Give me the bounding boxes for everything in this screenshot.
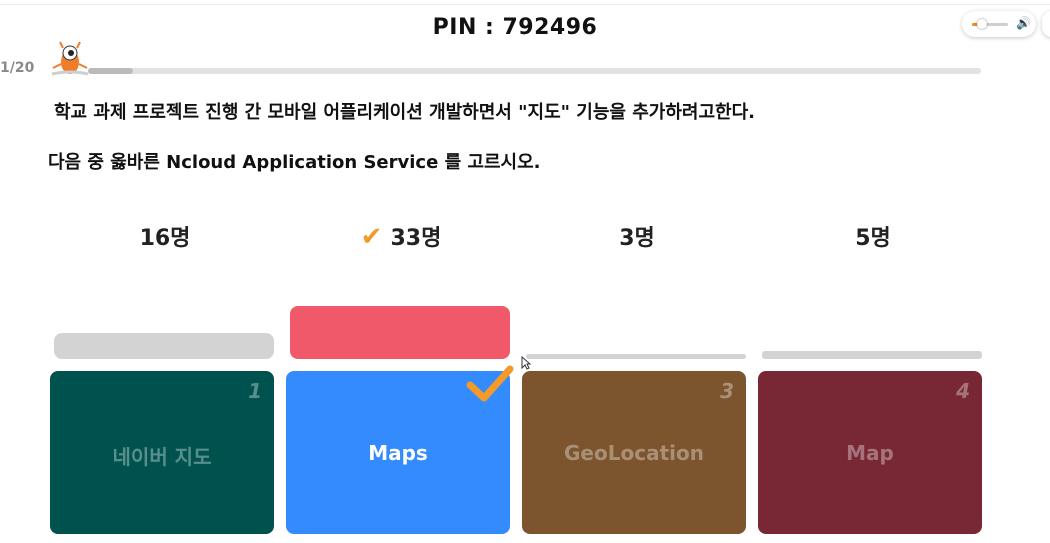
answer-4-count-label: 5명 bbox=[855, 226, 891, 251]
side-button[interactable] bbox=[1042, 11, 1050, 37]
answer-2-count: ✔ 33명 bbox=[286, 220, 516, 252]
answer-3-label: GeoLocation bbox=[564, 441, 704, 465]
answer-card-4[interactable]: 4 Map bbox=[758, 371, 982, 534]
answer-3-count-label: 3명 bbox=[619, 226, 655, 251]
pin-code: PIN : 792496 bbox=[432, 15, 598, 40]
volume-knob[interactable] bbox=[977, 19, 987, 29]
answer-3-result-bar bbox=[526, 354, 746, 359]
answer-1-label: 네이버 지도 bbox=[112, 445, 212, 469]
answer-3-count: 3명 bbox=[522, 220, 752, 252]
answer-4-result-bar bbox=[762, 351, 982, 359]
correct-check-icon bbox=[466, 365, 514, 402]
answer-1-number: 1 bbox=[248, 379, 262, 403]
mascot-icon bbox=[51, 41, 89, 76]
speaker-icon[interactable]: 🔊 bbox=[1016, 16, 1031, 30]
answer-1-result-bar bbox=[54, 333, 274, 359]
answer-2-count-label: 33명 bbox=[390, 226, 442, 251]
check-icon: ✔ bbox=[360, 222, 383, 252]
answer-4-count: 5명 bbox=[758, 220, 988, 252]
question-instruction: 다음 중 옳바른 Ncloud Application Service 를 고르… bbox=[48, 152, 541, 173]
question-text: 학교 과제 프로젝트 진행 간 모바일 어플리케이션 개발하면서 "지도" 기능… bbox=[54, 102, 755, 123]
question-counter: 1/20 bbox=[0, 60, 35, 76]
mouse-cursor-icon bbox=[521, 356, 531, 370]
answer-1-count-label: 16명 bbox=[139, 226, 191, 251]
answer-3-number: 3 bbox=[720, 379, 734, 403]
top-divider bbox=[0, 4, 1050, 5]
answer-card-2[interactable]: Maps bbox=[286, 365, 514, 534]
progress-bar bbox=[88, 68, 981, 74]
progress-fill bbox=[88, 68, 133, 74]
answer-4-label: Map bbox=[846, 441, 894, 465]
answer-1-count: 16명 bbox=[50, 220, 280, 252]
volume-control[interactable]: 🔊 bbox=[962, 11, 1036, 37]
answer-2-result-bar bbox=[290, 306, 510, 359]
answer-card-1[interactable]: 1 네이버 지도 bbox=[50, 371, 274, 534]
answer-2-label: Maps bbox=[368, 441, 428, 465]
answer-4-number: 4 bbox=[956, 379, 970, 403]
answer-card-3[interactable]: 3 GeoLocation bbox=[522, 371, 746, 534]
